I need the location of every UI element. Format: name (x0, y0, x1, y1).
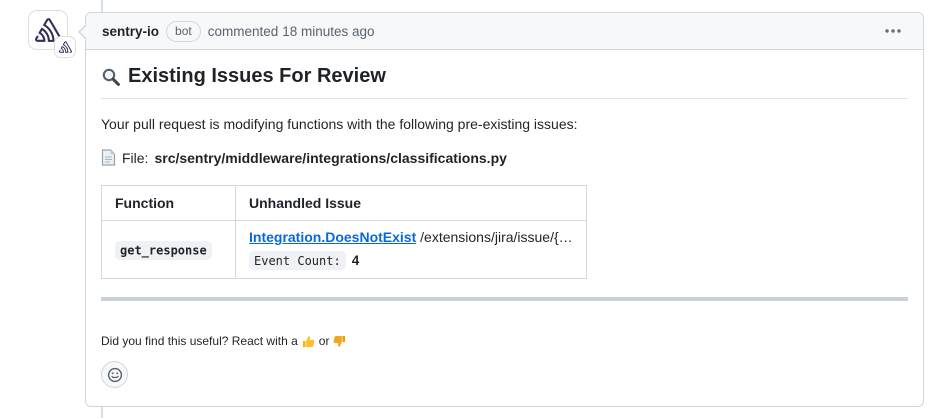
issue-link[interactable]: Integration.DoesNotExist (249, 229, 416, 245)
sentry-bot-avatar[interactable] (28, 10, 68, 50)
column-header-unhandled-issue: Unhandled Issue (236, 186, 587, 221)
bot-avatar-badge (54, 36, 76, 58)
feedback-or-text: or (319, 334, 330, 348)
table-row: get_response Integration.DoesNotExist /e… (102, 221, 587, 279)
comment-timestamp-link[interactable]: 18 minutes ago (282, 24, 374, 39)
comment-body: Existing Issues For Review Your pull req… (86, 50, 923, 402)
issue-path-text: /extensions/jira/issue/{… (420, 229, 573, 245)
file-label: File: (122, 150, 148, 166)
file-line: File: src/sentry/middleware/integrations… (101, 149, 908, 166)
issue-cell: Integration.DoesNotExist /extensions/jir… (236, 221, 587, 279)
author-link[interactable]: sentry-io (102, 24, 159, 39)
event-count-value: 4 (352, 253, 360, 268)
horizontal-rule (101, 297, 908, 301)
smiley-icon (107, 367, 123, 383)
feedback-prompt-text: Did you find this useful? React with a (101, 334, 298, 348)
feedback-prompt: Did you find this useful? React with a o… (101, 334, 908, 348)
comment-action-text: commented (208, 24, 279, 39)
reaction-row (101, 361, 908, 388)
comment-card: sentry-io bot commented 18 minutes ago E… (85, 12, 924, 407)
file-path: src/sentry/middleware/integrations/class… (154, 150, 506, 166)
timeline-line-bottom (101, 407, 103, 418)
add-reaction-button[interactable] (101, 361, 128, 388)
thumbs-up-emoji (302, 335, 315, 348)
column-header-function: Function (102, 186, 236, 221)
bot-badge: bot (166, 21, 201, 42)
issues-heading-text: Existing Issues For Review (128, 65, 386, 88)
magnifying-glass-icon (101, 67, 121, 87)
intro-text: Your pull request is modifying functions… (101, 116, 908, 132)
function-cell: get_response (102, 221, 236, 279)
thumbs-down-emoji (333, 335, 346, 348)
comment-header: sentry-io bot commented 18 minutes ago (86, 13, 923, 50)
page-facing-up-icon (101, 149, 116, 166)
kebab-horizontal-icon (885, 29, 901, 33)
issues-table: Function Unhandled Issue get_response In… (101, 185, 587, 279)
function-name-code: get_response (115, 241, 212, 260)
event-count-label: Event Count: (249, 251, 346, 270)
table-header-row: Function Unhandled Issue (102, 186, 587, 221)
issues-heading: Existing Issues For Review (101, 65, 908, 99)
comment-options-button[interactable] (879, 25, 907, 37)
